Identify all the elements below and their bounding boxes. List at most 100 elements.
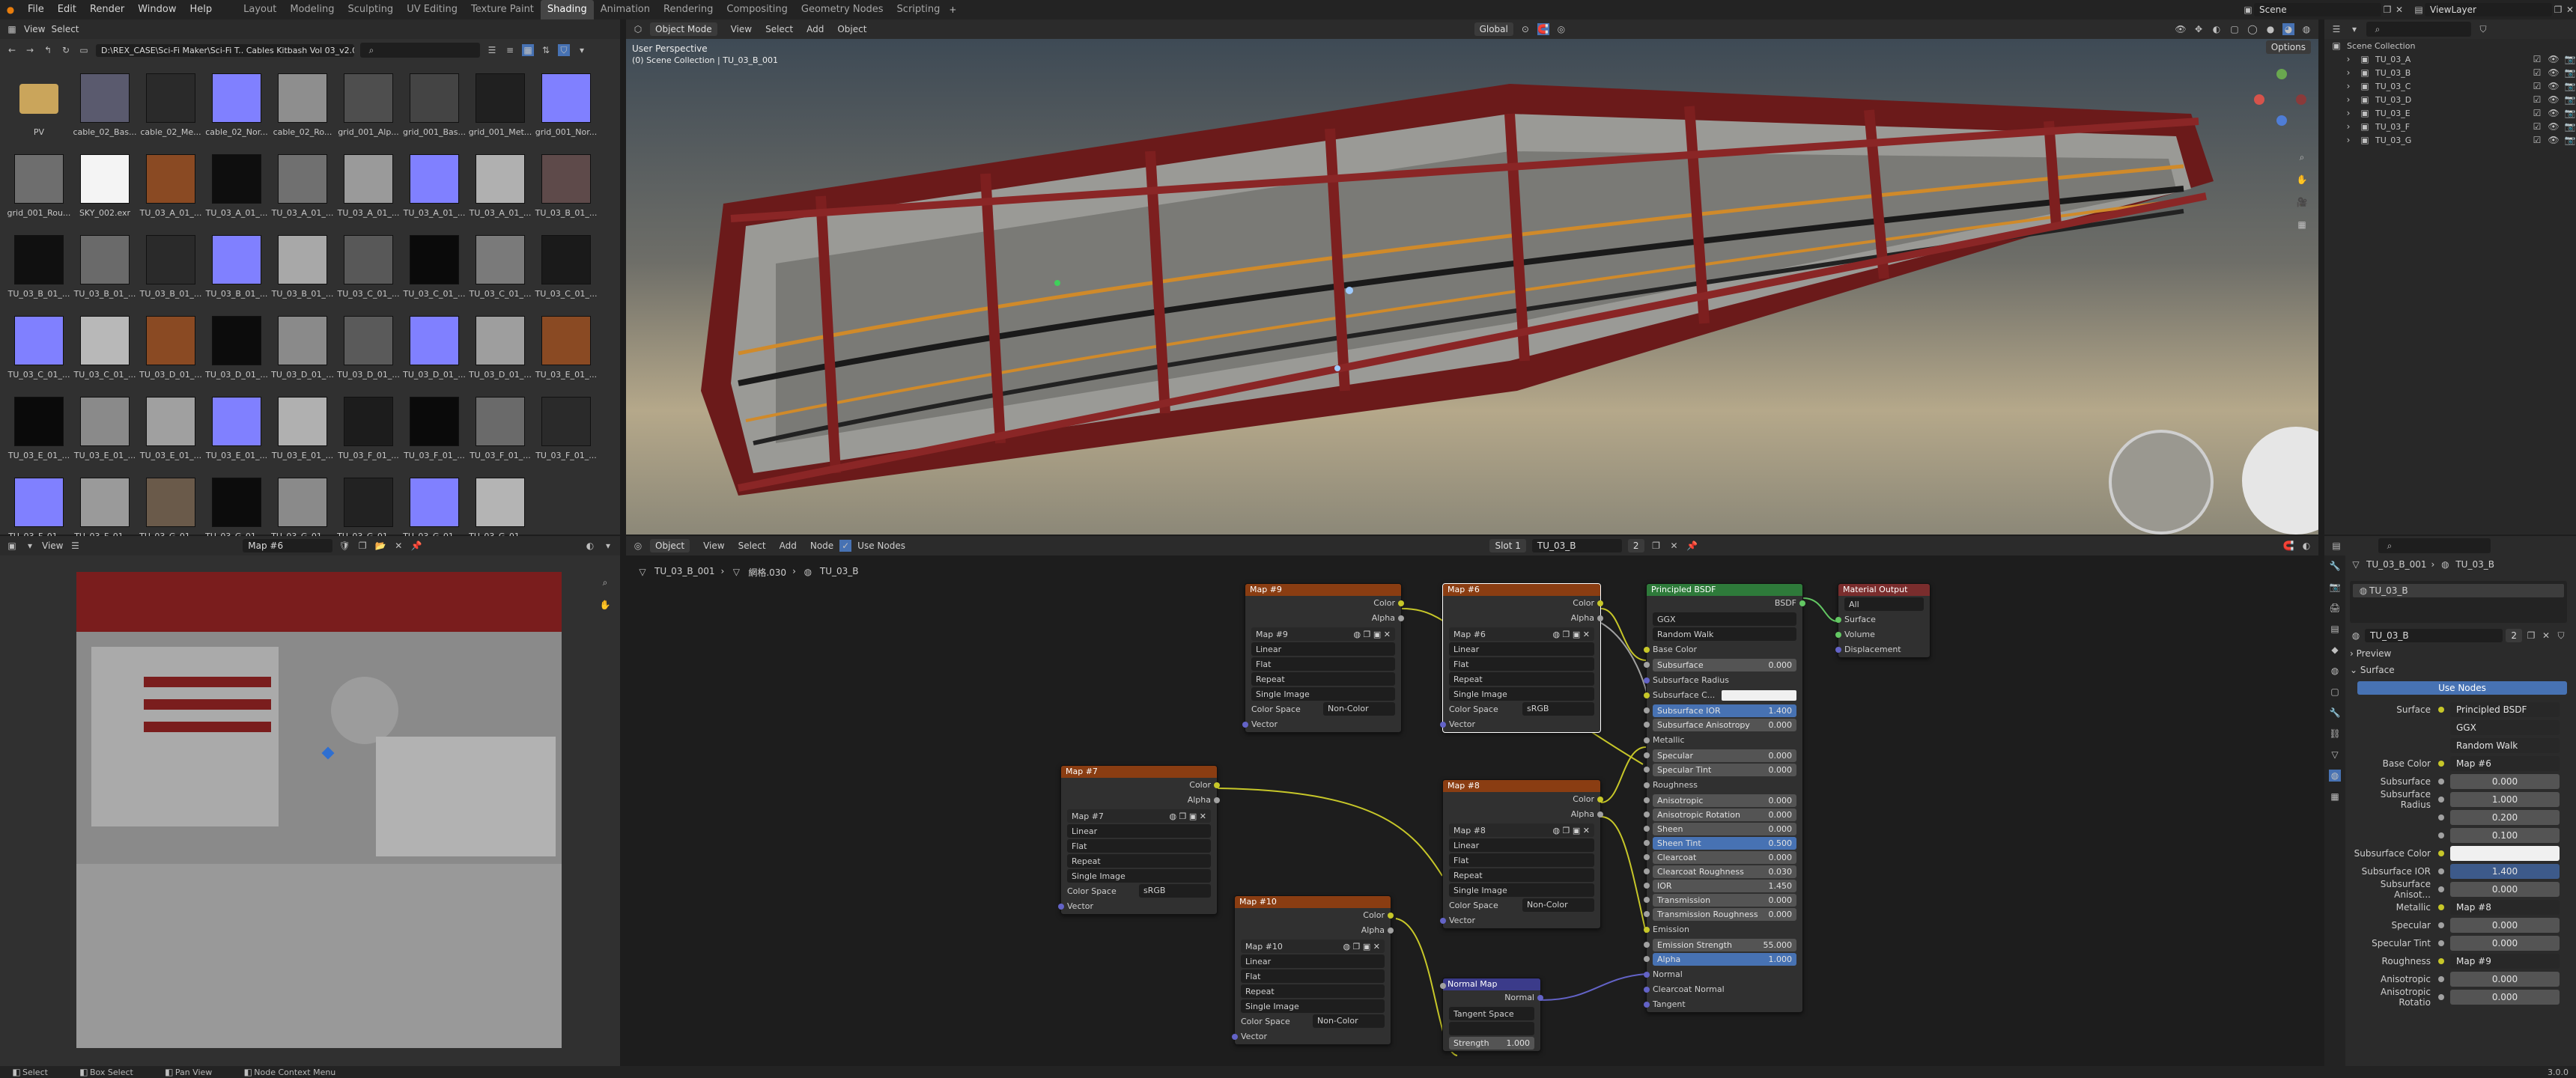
- image-texture-node-map10[interactable]: Map #10 Color Alpha Map #10 ◍ ❐ ▣ ✕ Linea…: [1232, 895, 1394, 1045]
- editor-type-icon[interactable]: ▤: [2330, 540, 2342, 552]
- outliner-item[interactable]: › ▣ TU_03_B ☑ 👁 📷: [2324, 66, 2576, 79]
- projection-selector[interactable]: Flat: [1251, 657, 1395, 671]
- menu-render[interactable]: Render: [83, 0, 131, 19]
- file-thumbnail[interactable]: TU_03_D_01_...: [467, 316, 533, 389]
- node-title[interactable]: Map #8: [1443, 780, 1600, 792]
- display-channels-icon[interactable]: ▾: [602, 540, 614, 552]
- file-thumbnail[interactable]: grid_001_Nor...: [533, 73, 599, 147]
- wireframe-shading-icon[interactable]: ◯: [2247, 23, 2258, 35]
- socket[interactable]: [1644, 883, 1650, 889]
- source-selector[interactable]: Single Image: [1251, 687, 1395, 701]
- property-value[interactable]: GGX: [2450, 720, 2560, 735]
- outliner-item[interactable]: › ▣ TU_03_F ☑ 👁 📷: [2324, 120, 2576, 133]
- path-field[interactable]: D:\REX_CASE\Sci-Fi Maker\Sci-Fi T.. Cabl…: [96, 43, 354, 57]
- rendered-shading-icon[interactable]: ◍: [2300, 23, 2312, 35]
- file-thumbnail[interactable]: TU_03_A_01_...: [401, 154, 467, 228]
- file-thumbnail[interactable]: TU_03_C_01_...: [401, 235, 467, 308]
- socket[interactable]: [1388, 913, 1394, 919]
- editor-type-icon[interactable]: ☰: [2330, 23, 2342, 35]
- close-icon[interactable]: ✕: [2540, 630, 2552, 642]
- file-thumbnail[interactable]: TU_03_C_01_...: [335, 235, 401, 308]
- subsurface-method-selector[interactable]: Random Walk: [1653, 627, 1796, 641]
- image-selector[interactable]: Map #6 ◍ ❐ ▣ ✕: [1449, 627, 1594, 641]
- socket[interactable]: [1644, 868, 1650, 874]
- material-slot[interactable]: ◍ TU_03_B: [2353, 584, 2564, 597]
- socket[interactable]: [1597, 615, 1603, 621]
- source-selector[interactable]: Single Image: [1449, 687, 1594, 701]
- file-thumbnail[interactable]: TU_03_A_01_...: [270, 154, 335, 228]
- display-list-icon[interactable]: ☰: [486, 44, 498, 56]
- property-value[interactable]: Map #6: [2450, 756, 2560, 771]
- copy-icon[interactable]: ❐: [2525, 630, 2537, 642]
- add-workspace-icon[interactable]: +: [947, 4, 959, 16]
- view-layer-selector[interactable]: ViewLayer: [2425, 3, 2552, 16]
- image-texture-node-map7[interactable]: Map #7 Color Alpha Map #7 ◍ ❐ ▣ ✕ Linear …: [1058, 765, 1220, 915]
- socket[interactable]: [1644, 707, 1650, 713]
- blender-logo-icon[interactable]: ●: [4, 4, 16, 16]
- uv-map-selector[interactable]: [1449, 1022, 1534, 1035]
- copy-icon[interactable]: ❐: [2381, 4, 2393, 16]
- texture-tab-icon[interactable]: ▦: [2329, 791, 2341, 803]
- new-folder-icon[interactable]: ▭: [78, 44, 90, 56]
- link-socket-icon[interactable]: [2438, 976, 2444, 982]
- socket[interactable]: [1398, 615, 1404, 621]
- link-socket-icon[interactable]: [2438, 904, 2444, 910]
- file-thumbnail[interactable]: TU_03_E_01_...: [6, 397, 72, 470]
- file-thumbnail[interactable]: TU_03_C_01_...: [467, 235, 533, 308]
- menu-object[interactable]: Object: [837, 24, 866, 34]
- colorspace-selector[interactable]: Non-Color: [1313, 1014, 1385, 1028]
- node-title[interactable]: Principled BSDF: [1647, 584, 1802, 596]
- node-title[interactable]: Map #6: [1443, 584, 1600, 596]
- outliner-item[interactable]: › ▣ TU_03_C ☑ 👁 📷: [2324, 79, 2576, 93]
- file-thumbnail[interactable]: TU_03_B_01_...: [533, 154, 599, 228]
- projection-selector[interactable]: Flat: [1449, 657, 1594, 671]
- eye-icon[interactable]: 👁: [2548, 134, 2560, 146]
- pin-icon[interactable]: 📌: [410, 540, 422, 552]
- file-thumbnail[interactable]: cable_02_Me...: [138, 73, 204, 147]
- 3d-viewport[interactable]: ⬡ Object Mode View Select Add Object Global…: [626, 19, 2318, 535]
- material-slots-list[interactable]: ◍ TU_03_B: [2350, 581, 2567, 623]
- property-value[interactable]: 0.000: [2450, 882, 2560, 897]
- file-thumbnail[interactable]: TU_03_B_01_...: [6, 235, 72, 308]
- colorspace-selector[interactable]: sRGB: [1139, 884, 1211, 898]
- property-value[interactable]: 0.200: [2450, 810, 2560, 825]
- shader-node-editor[interactable]: ◎ Object View Select Add Node ✓ Use Nodes S…: [626, 536, 2318, 1068]
- view-layer-tab-icon[interactable]: ▤: [2329, 623, 2341, 635]
- file-thumbnail[interactable]: cable_02_Ro...: [270, 73, 335, 147]
- image-texture-node-map6[interactable]: Map #6 Color Alpha Map #6 ◍ ❐ ▣ ✕ Linear …: [1440, 583, 1603, 733]
- socket[interactable]: [1644, 1002, 1650, 1008]
- orientation-selector[interactable]: Global: [1474, 22, 1513, 36]
- socket[interactable]: [1644, 854, 1650, 860]
- display-short-icon[interactable]: ≡: [504, 44, 516, 56]
- bsdf-field[interactable]: Specular Tint 0.000: [1644, 764, 1796, 776]
- fake-user-icon[interactable]: 🛡: [338, 540, 350, 552]
- tab-sculpting[interactable]: Sculpting: [341, 0, 400, 19]
- pan-hand-icon[interactable]: ✋: [599, 599, 611, 611]
- file-thumbnail[interactable]: TU_03_A_01_...: [204, 154, 270, 228]
- chevron-right-icon[interactable]: ›: [2342, 53, 2354, 65]
- overlay-icon[interactable]: ◐: [2211, 23, 2223, 35]
- navigation-gizmo[interactable]: [2251, 69, 2311, 129]
- tab-animation[interactable]: Animation: [594, 0, 657, 19]
- bsdf-field[interactable]: Anisotropic Rotation 0.000: [1644, 808, 1796, 821]
- pivot-icon[interactable]: ⊙: [1519, 23, 1531, 35]
- file-thumbnail[interactable]: TU_03_A_01_...: [138, 154, 204, 228]
- eye-icon[interactable]: 👁: [2548, 67, 2560, 79]
- socket[interactable]: [1388, 928, 1394, 934]
- file-thumbnail[interactable]: TU_03_D_01_...: [401, 316, 467, 389]
- file-thumbnail[interactable]: TU_03_B_01_...: [72, 235, 138, 308]
- menu-window[interactable]: Window: [131, 0, 183, 19]
- file-thumbnail[interactable]: TU_03_B_01_...: [204, 235, 270, 308]
- bsdf-field[interactable]: Transmission Roughness 0.000: [1644, 908, 1796, 921]
- socket[interactable]: [1644, 942, 1650, 948]
- render-tab-icon[interactable]: 📷: [2329, 581, 2341, 593]
- tab-uv-editing[interactable]: UV Editing: [400, 0, 464, 19]
- projection-selector[interactable]: Flat: [1241, 969, 1385, 983]
- modifier-tab-icon[interactable]: 🔧: [2329, 707, 2341, 719]
- source-selector[interactable]: Single Image: [1449, 883, 1594, 897]
- chevron-right-icon[interactable]: ›: [2342, 107, 2354, 119]
- property-value[interactable]: 1.000: [2450, 792, 2560, 807]
- property-value[interactable]: Map #8: [2450, 900, 2560, 915]
- node-title[interactable]: Map #9: [1245, 584, 1401, 596]
- file-thumbnail[interactable]: TU_03_E_01_...: [138, 397, 204, 470]
